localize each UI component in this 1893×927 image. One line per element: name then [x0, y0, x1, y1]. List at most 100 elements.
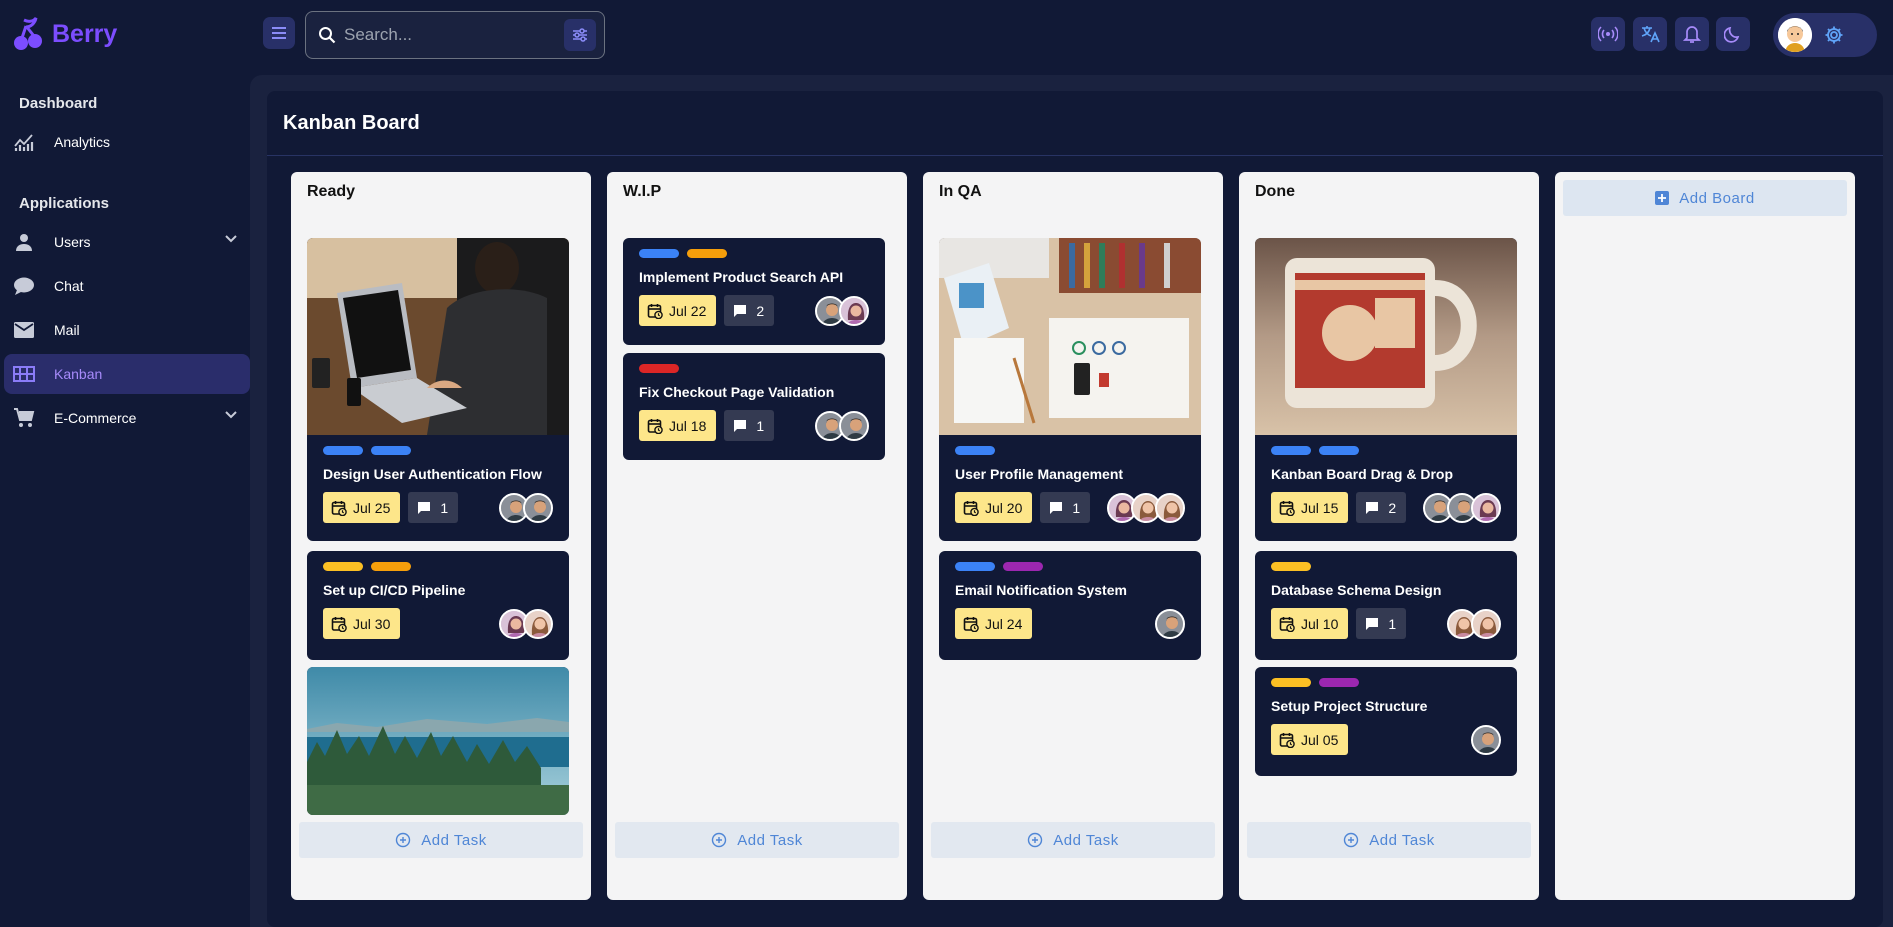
sidebar-section-title: Applications: [19, 195, 110, 212]
app-name: Berry: [52, 19, 118, 48]
card-image-laptop: [307, 238, 569, 435]
card-title: Kanban Board Drag & Drop: [1271, 466, 1454, 482]
avatar: [1155, 608, 1185, 639]
column-title: Done: [1255, 183, 1295, 200]
card-title: Setup Project Structure: [1271, 698, 1428, 714]
card-tags: [323, 446, 553, 455]
due-date-badge: Jul 20: [955, 492, 1033, 523]
avatar: [1155, 492, 1185, 523]
live-customize-button[interactable]: [1591, 17, 1625, 51]
sidebar-item-label: E-Commerce: [54, 410, 137, 426]
kanban-column-done: Done Kanban Board Drag & Drop Jul 15 2 D…: [1239, 172, 1539, 900]
card-tags: [1271, 446, 1501, 455]
moon-icon: [1724, 25, 1742, 43]
calendar-icon: [331, 500, 347, 516]
search-filter-button[interactable]: [564, 19, 596, 51]
due-date-badge: Jul 05: [1271, 724, 1349, 755]
add-task-button[interactable]: Add Task: [299, 822, 583, 858]
logo[interactable]: Berry: [12, 16, 117, 52]
calendar-icon: [1279, 616, 1295, 632]
sidebar-item-mail[interactable]: Mail: [4, 310, 250, 350]
column-title: Ready: [307, 183, 356, 200]
avatar: [1778, 18, 1812, 52]
card-title: Implement Product Search API: [639, 269, 844, 285]
sidebar-item-label: Mail: [54, 322, 80, 338]
add-board-button[interactable]: Add Board: [1563, 180, 1847, 216]
comments-badge: 1: [724, 410, 775, 441]
card-avatars: [1155, 608, 1185, 639]
sidebar-item-users[interactable]: Users: [4, 222, 250, 262]
profile-menu[interactable]: [1773, 13, 1877, 57]
search-input[interactable]: [344, 25, 564, 45]
kanban-column-ready: Ready Design User Authentication Flow Ju: [291, 172, 591, 900]
calendar-icon: [331, 616, 347, 632]
comments-badge: 1: [1356, 608, 1407, 639]
card-tags: [955, 562, 1185, 571]
theme-toggle-button[interactable]: [1716, 17, 1750, 51]
cart-icon: [12, 406, 36, 430]
comment-icon: [1364, 616, 1380, 632]
avatar: [839, 295, 869, 326]
chevron-down-icon: [224, 410, 238, 420]
card-avatars: [815, 295, 869, 326]
add-task-button[interactable]: Add Task: [1247, 822, 1531, 858]
sidebar-item-analytics[interactable]: Analytics: [4, 122, 250, 162]
calendar-icon: [647, 303, 663, 319]
kanban-column-add: Add Board: [1555, 172, 1855, 900]
sidebar-item-chat[interactable]: Chat: [4, 266, 250, 306]
sidebar-item-ecommerce[interactable]: E-Commerce: [4, 398, 250, 438]
kanban-card-item[interactable]: Kanban Board Drag & Drop Jul 15 2: [1255, 238, 1517, 541]
card-tags: [955, 446, 1185, 455]
avatar: [523, 492, 553, 523]
berry-logo-icon: [12, 16, 44, 52]
card-title: Set up CI/CD Pipeline: [323, 582, 466, 598]
avatar: [1471, 724, 1501, 755]
kanban-card-item[interactable]: [307, 667, 569, 815]
add-task-button[interactable]: Add Task: [931, 822, 1215, 858]
settings-icon[interactable]: [1824, 25, 1844, 45]
due-date-badge: Jul 25: [323, 492, 401, 523]
kanban-card-item[interactable]: Setup Project Structure Jul 05: [1255, 667, 1517, 776]
menu-toggle-button[interactable]: [263, 17, 295, 49]
analytics-icon: [12, 130, 36, 154]
broadcast-icon: [1598, 26, 1618, 42]
card-avatars: [1107, 492, 1185, 523]
kanban-card-item[interactable]: Email Notification System Jul 24: [939, 551, 1201, 660]
tune-icon: [572, 27, 588, 43]
card-tags: [639, 249, 869, 258]
card-avatars: [1471, 724, 1501, 755]
card-avatars: [499, 492, 553, 523]
avatar: [523, 608, 553, 639]
kanban-card-item[interactable]: Set up CI/CD Pipeline Jul 30: [307, 551, 569, 660]
kanban-card-item[interactable]: Implement Product Search API Jul 22 2: [623, 238, 885, 345]
comments-badge: 1: [408, 492, 459, 523]
card-tags: [639, 364, 869, 373]
card-avatars: [499, 608, 553, 639]
kanban-card-item[interactable]: Fix Checkout Page Validation Jul 18 1: [623, 353, 885, 460]
card-title: Design User Authentication Flow: [323, 466, 542, 482]
avatar: [1471, 492, 1501, 523]
sidebar-item-label: Chat: [54, 278, 84, 294]
sidebar-item-kanban[interactable]: Kanban: [4, 354, 250, 394]
mail-icon: [12, 318, 36, 342]
search-bar: [305, 11, 605, 59]
language-button[interactable]: [1633, 17, 1667, 51]
kanban-card-item[interactable]: Database Schema Design Jul 10 1: [1255, 551, 1517, 660]
kanban-column-in-qa: In QA User Profile Management Jul 20 1 E…: [923, 172, 1223, 900]
card-tags: [323, 562, 553, 571]
comments-badge: 2: [724, 295, 775, 326]
card-title: User Profile Management: [955, 466, 1124, 482]
comment-icon: [1364, 500, 1380, 516]
due-date-badge: Jul 15: [1271, 492, 1349, 523]
comment-icon: [416, 500, 432, 516]
comments-badge: 2: [1356, 492, 1407, 523]
calendar-icon: [1279, 500, 1295, 516]
chat-icon: [12, 274, 36, 298]
kanban-card-item[interactable]: User Profile Management Jul 20 1: [939, 238, 1201, 541]
page-title: Kanban Board: [283, 112, 420, 134]
notifications-button[interactable]: [1675, 17, 1709, 51]
add-task-button[interactable]: Add Task: [615, 822, 899, 858]
kanban-card-item[interactable]: Design User Authentication Flow Jul 25 1: [307, 238, 569, 541]
card-title: Database Schema Design: [1271, 582, 1442, 598]
avatar: [1471, 608, 1501, 639]
